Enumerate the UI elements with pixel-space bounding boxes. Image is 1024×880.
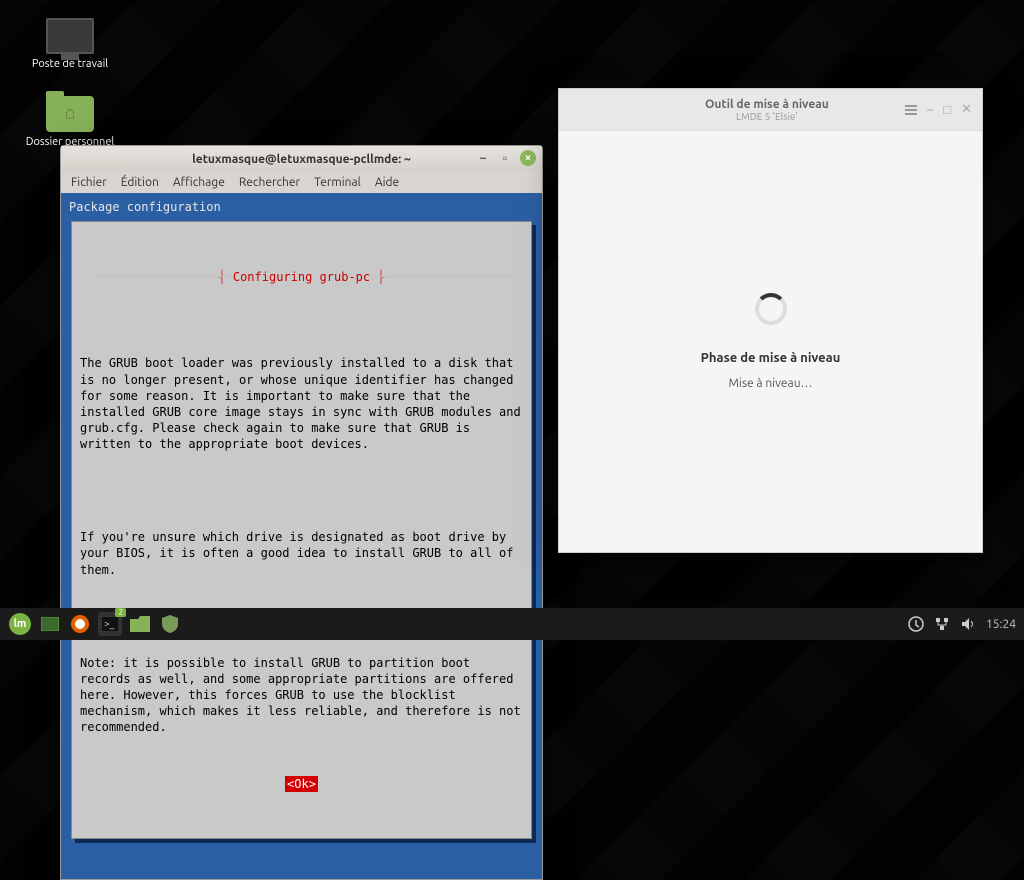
firefox-icon [70, 614, 90, 634]
menu-help[interactable]: Aide [375, 176, 399, 189]
monitor-icon [46, 18, 94, 54]
upgrade-status: Mise à niveau… [728, 377, 812, 390]
upgrade-titlebar[interactable]: Outil de mise à niveau LMDE 5 'Elsie' – … [559, 89, 982, 131]
upgrade-body: Phase de mise à niveau Mise à niveau… [559, 131, 982, 552]
folder-home-icon [46, 96, 94, 132]
minimize-button[interactable]: – [476, 151, 490, 165]
mint-logo-icon: lm [9, 613, 31, 635]
show-desktop-button[interactable] [38, 612, 62, 636]
grub-dialog-title: Configuring grub-pc [233, 270, 370, 284]
terminal-window: letuxmasque@letuxmasque-pcllmde: ~ – ▫ ×… [60, 145, 543, 880]
grub-text-p1: The GRUB boot loader was previously inst… [80, 355, 523, 452]
upgrade-phase: Phase de mise à niveau [701, 351, 841, 365]
desktop-icon-home[interactable]: Dossier personnel [25, 96, 115, 148]
maximize-button[interactable]: □ [943, 102, 951, 117]
grub-text-p3: Note: it is possible to install GRUB to … [80, 655, 523, 736]
taskbar-clock[interactable]: 15:24 [986, 618, 1016, 631]
svg-text:>_: >_ [104, 618, 115, 629]
terminal-icon: >_ [101, 616, 119, 632]
folder-icon [130, 616, 150, 632]
upgrade-window: Outil de mise à niveau LMDE 5 'Elsie' – … [558, 88, 983, 553]
menu-terminal[interactable]: Terminal [314, 176, 361, 189]
tray-network-icon[interactable] [934, 616, 950, 632]
shield-icon [162, 615, 178, 633]
firefox-launcher[interactable] [68, 612, 92, 636]
menu-view[interactable]: Affichage [173, 176, 225, 189]
maximize-button[interactable]: ▫ [498, 151, 512, 165]
start-menu-button[interactable]: lm [8, 612, 32, 636]
update-shield-launcher[interactable] [158, 612, 182, 636]
files-launcher[interactable] [128, 612, 152, 636]
close-button[interactable]: × [520, 150, 536, 166]
package-config-header: Package configuration [65, 197, 538, 221]
upgrade-title: Outil de mise à niveau [629, 98, 905, 111]
terminal-body[interactable]: Package configuration ┤ Configuring grub… [61, 193, 542, 879]
desktop-icon-computer[interactable]: Poste de travail [25, 18, 115, 70]
grub-text-p2: If you're unsure which drive is designat… [80, 529, 523, 578]
grub-dialog: ┤ Configuring grub-pc ├ The GRUB boot lo… [71, 221, 532, 839]
tray-volume-icon[interactable] [960, 616, 976, 632]
terminal-launcher[interactable]: >_ [98, 612, 122, 636]
menu-file[interactable]: Fichier [71, 176, 107, 189]
close-button[interactable]: ✕ [961, 102, 972, 117]
spinner-icon [755, 293, 787, 325]
terminal-titlebar[interactable]: letuxmasque@letuxmasque-pcllmde: ~ – ▫ × [61, 146, 542, 172]
menu-edit[interactable]: Édition [121, 176, 159, 189]
taskbar: lm >_ 15:24 [0, 608, 1024, 640]
tray-updates-icon[interactable] [908, 616, 924, 632]
menu-search[interactable]: Rechercher [239, 176, 300, 189]
upgrade-subtitle: LMDE 5 'Elsie' [629, 111, 905, 122]
hamburger-icon[interactable] [905, 105, 917, 115]
terminal-menubar: Fichier Édition Affichage Rechercher Ter… [61, 172, 542, 193]
desktop-icon [41, 617, 59, 631]
ok-button[interactable]: <Ok> [285, 776, 318, 792]
terminal-title: letuxmasque@letuxmasque-pcllmde: ~ [192, 153, 411, 166]
minimize-button[interactable]: – [927, 103, 933, 117]
